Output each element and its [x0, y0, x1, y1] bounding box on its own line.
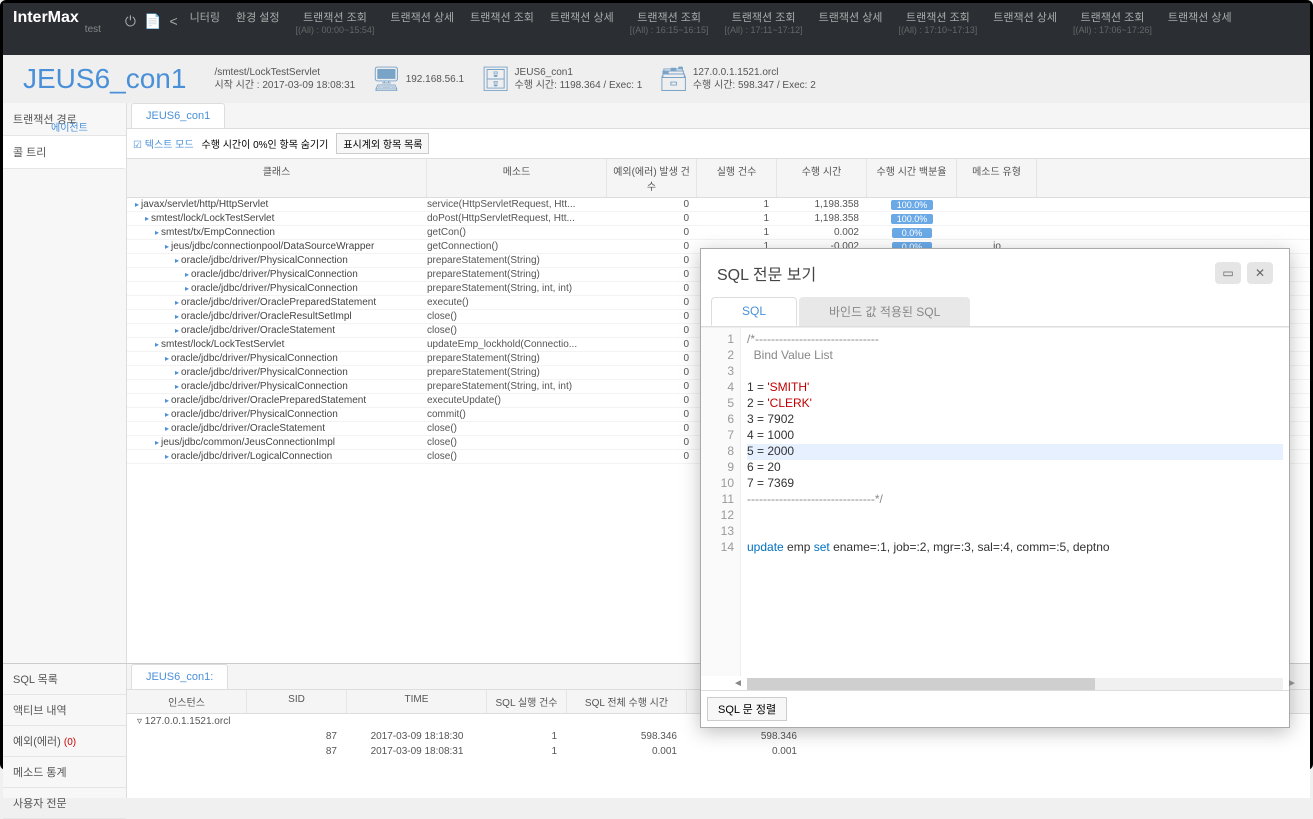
server-icon: 🖥 — [371, 65, 401, 94]
bnav-error[interactable]: 예외(에러) (0) — [3, 726, 126, 757]
bnav-method[interactable]: 메소드 통계 — [3, 757, 126, 788]
bnav-active[interactable]: 액티브 내역 — [3, 695, 126, 726]
was-icon: 🗄 — [480, 65, 510, 94]
excluded-list-button[interactable]: 표시계외 항목 목록 — [336, 133, 429, 154]
info-path: /smtest/LockTestServlet시작 시간 : 2017-03-0… — [214, 66, 355, 92]
top-tab[interactable]: 트랜잭션 조회[(All) : 16:15~16:15] — [630, 9, 709, 35]
agent-name: JEUS6_con1 — [23, 63, 186, 95]
top-tab[interactable]: 니터링 — [190, 9, 220, 35]
text-mode-checkbox[interactable]: ☑ 텍스트 모드 — [133, 136, 194, 151]
bottom-nav: SQL 목록 액티브 내역 예외(에러) (0) 메소드 통계 사용자 전문 — [3, 664, 127, 798]
scol-tot[interactable]: SQL 전체 수행 시간 — [567, 690, 687, 713]
popup-title: SQL 전문 보기 — [717, 261, 816, 285]
sql-row[interactable]: 872017-03-09 18:18:301598.346598.346 — [127, 729, 1310, 744]
tree-row[interactable]: ▸smtest/tx/EmpConnectiongetCon()010.0020… — [127, 226, 1310, 240]
info-ip: 🖥 192.168.56.1 — [371, 65, 464, 94]
h-scrollbar[interactable]: ◄ ► — [747, 678, 1283, 690]
agent-label: 에이전트 — [51, 119, 88, 134]
tree-tabbar: JEUS6_con1 — [127, 103, 1310, 129]
close-button[interactable]: ✕ — [1247, 262, 1273, 284]
top-tab[interactable]: 트랜잭션 조회[(All) : 17:11~17:12] — [725, 9, 803, 35]
top-bar: InterMax test ⏻ 📄 < 니터링 환경 설정 트랜잭션 조회[(All… — [3, 3, 1310, 55]
top-tab[interactable]: 트랜잭션 상세 — [993, 9, 1057, 35]
scroll-thumb[interactable] — [747, 678, 1095, 690]
popup-tab-bind[interactable]: 바인드 값 적용된 SQL — [799, 297, 970, 326]
context-header: 에이전트 JEUS6_con1 /smtest/LockTestServlet시… — [3, 55, 1310, 103]
top-tab[interactable]: 트랜잭션 조회[(All) : 17:10~17:13] — [898, 9, 977, 35]
hide-zero-label: 수행 시간이 0%인 항목 숨기기 — [202, 136, 329, 151]
code-viewer[interactable]: 1234567891011121314 /*------------------… — [701, 327, 1289, 676]
tree-row[interactable]: ▸javax/servlet/http/HttpServletservice(H… — [127, 198, 1310, 212]
top-tab[interactable]: 트랜잭션 조회 — [470, 9, 534, 35]
scol-exec[interactable]: SQL 실행 건수 — [487, 690, 567, 713]
top-tab[interactable]: 트랜잭션 상세 — [390, 9, 454, 35]
sql-viewer-popup: SQL 전문 보기 ▭ ✕ SQL 바인드 값 적용된 SQL 12345678… — [700, 248, 1290, 728]
top-tab[interactable]: 환경 설정 — [236, 9, 280, 35]
top-tab[interactable]: 트랜잭션 조회[(All) : 00:00~15:54] — [296, 9, 375, 35]
sql-row[interactable]: 872017-03-09 18:08:3110.0010.001 — [127, 744, 1310, 759]
brand-sub: test — [85, 24, 101, 35]
info-db: 🗃 127.0.0.1.1521.orcl수행 시간: 598.347 / Ex… — [658, 65, 815, 94]
col-exec[interactable]: 실행 건수 — [697, 159, 777, 197]
col-type[interactable]: 메소드 유형 — [957, 159, 1037, 197]
top-tab[interactable]: 트랜잭션 상세 — [550, 9, 614, 35]
info-was: 🗄 JEUS6_con1수행 시간: 1198.364 / Exec: 1 — [480, 65, 642, 94]
top-tab[interactable]: 트랜잭션 상세 — [1168, 9, 1232, 35]
tab-sql-jeus[interactable]: JEUS6_con1: — [131, 664, 228, 689]
nav-call-tree[interactable]: 콜 트리 — [3, 136, 126, 169]
file-icon[interactable]: 📄 — [144, 13, 161, 30]
db-icon: 🗃 — [658, 65, 688, 94]
minimize-button[interactable]: ▭ — [1215, 262, 1241, 284]
col-method[interactable]: 메소드 — [427, 159, 607, 197]
bnav-user[interactable]: 사용자 전문 — [3, 788, 126, 819]
tree-row[interactable]: ▸smtest/lock/LockTestServletdoPost(HttpS… — [127, 212, 1310, 226]
scol-sid[interactable]: SID — [247, 690, 347, 713]
scol-time[interactable]: TIME — [347, 690, 487, 713]
col-err[interactable]: 예외(에러) 발생 건수 — [607, 159, 697, 197]
top-tab[interactable]: 트랜잭션 조회[(All) : 17:06~17:26] — [1073, 9, 1152, 35]
col-pct[interactable]: 수행 시간 백분율 — [867, 159, 957, 197]
tree-header: 클래스 메소드 예외(에러) 발생 건수 실행 건수 수행 시간 수행 시간 백… — [127, 159, 1310, 198]
top-tab[interactable]: 트랜잭션 상세 — [819, 9, 883, 35]
bnav-sql[interactable]: SQL 목록 — [3, 664, 126, 695]
left-nav: 트랜잭션 경로 콜 트리 — [3, 103, 127, 663]
brand: InterMax — [13, 9, 79, 27]
sql-format-button[interactable]: SQL 문 정렬 — [707, 697, 787, 721]
scroll-right-icon[interactable]: ► — [1285, 678, 1299, 690]
col-time[interactable]: 수행 시간 — [777, 159, 867, 197]
scroll-left-icon[interactable]: ◄ — [731, 678, 745, 690]
tab-jeus6[interactable]: JEUS6_con1 — [131, 103, 225, 128]
popup-tab-sql[interactable]: SQL — [711, 297, 797, 326]
plug-icon[interactable]: ⏻ — [125, 13, 136, 30]
filter-bar: ☑ 텍스트 모드 수행 시간이 0%인 항목 숨기기 표시계외 항목 목록 — [127, 129, 1310, 159]
col-class[interactable]: 클래스 — [127, 159, 427, 197]
back-icon[interactable]: < — [169, 13, 177, 29]
scol-instance[interactable]: 인스턴스 — [127, 690, 247, 713]
